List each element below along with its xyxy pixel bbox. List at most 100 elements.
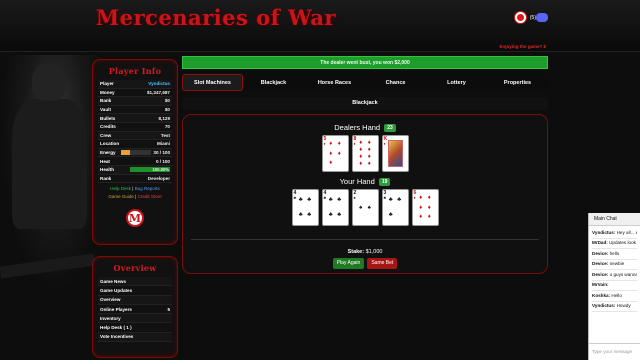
overview-item-label: Vote Incentives xyxy=(100,334,134,340)
overview-item[interactable]: Game Updates xyxy=(98,286,172,296)
tab-lottery[interactable]: Lottery xyxy=(426,74,487,91)
game-guide-link[interactable]: Game Guide xyxy=(108,194,134,199)
notification-target-icon[interactable] xyxy=(514,12,526,23)
health-bar: 100.00% xyxy=(130,167,170,173)
m-badge-icon: M xyxy=(126,209,144,228)
overview-item-label: Overview xyxy=(100,297,121,303)
tab-horse-races[interactable]: Horse Races xyxy=(304,74,365,91)
overview-item-count: 5 xyxy=(167,306,170,312)
suit-pip-icon: ♦ xyxy=(329,160,333,167)
action-buttons: Play Again Same Bet xyxy=(183,258,547,269)
suit-pip-icon: ♦ xyxy=(427,214,431,221)
card-suit-icon: ♦ xyxy=(353,141,356,147)
rank-row: Rank Developer xyxy=(98,175,172,184)
playing-card: 3 ♣ ♣ ♣ ♣ xyxy=(381,189,409,227)
dealer-hand-title: Dealers Hand 23 xyxy=(183,123,547,133)
overview-item[interactable]: Vote Incentives xyxy=(98,332,172,343)
chat-message: Koshka: Hello xyxy=(592,291,637,302)
playing-card: 4 ♣ ♣ ♣ ♣ ♣ xyxy=(321,189,349,227)
suit-pip-icon: ♦ xyxy=(419,194,423,201)
card-pips: ♣ ♣ ♣ ♣ xyxy=(297,193,314,222)
face-card-art xyxy=(387,140,403,168)
chat-username[interactable]: MrVain: xyxy=(592,282,609,287)
player-links: Help Desk | Bug Reports Game Guide | Cre… xyxy=(108,186,162,200)
chat-message: Device: u guys wanna mail me or pay atte… xyxy=(592,270,637,281)
suit-pip-icon: ♣ xyxy=(388,211,393,218)
suit-pip-icon: ♣ xyxy=(337,197,342,204)
overview-list: Game News Game Updates Overview Online Play… xyxy=(93,277,177,343)
suit-pip-icon: ♣ xyxy=(298,197,303,204)
suit-pip-icon: ♦ xyxy=(359,139,363,146)
chat-message: Vyndictus: Hey all... enjoying the game xyxy=(592,228,637,239)
chat-username[interactable]: Device: xyxy=(592,261,608,266)
info-label: Bullets xyxy=(100,115,116,121)
stake-display: Stake: $1,000 xyxy=(347,249,383,255)
suit-pip-icon: ♦ xyxy=(427,204,431,211)
suit-pip-icon: ♣ xyxy=(328,211,333,218)
tab-slot-machines[interactable]: Slot Machines xyxy=(182,74,243,91)
same-bet-button[interactable]: Same Bet xyxy=(367,258,398,269)
info-row-crew: Crew Test xyxy=(98,131,172,141)
info-label: Credits xyxy=(100,124,116,130)
suit-pip-icon: ♣ xyxy=(307,197,312,204)
overview-item[interactable]: Inventory xyxy=(98,314,172,324)
play-again-button[interactable]: Play Again xyxy=(332,258,365,269)
overview-item[interactable]: Game News xyxy=(98,277,172,287)
info-label: Crew xyxy=(100,132,112,138)
playing-card: K ♦ xyxy=(381,135,409,173)
chat-username[interactable]: Vyndictus: xyxy=(592,230,615,235)
overview-item-label: Inventory xyxy=(100,315,121,321)
suit-pip-icon: ♦ xyxy=(359,154,363,161)
card-pips: ♠ ♠ xyxy=(357,193,374,222)
overview-item[interactable]: Overview xyxy=(98,295,172,305)
chat-username[interactable]: Device: xyxy=(592,272,608,277)
tab-properties[interactable]: Properties xyxy=(487,74,548,91)
suit-pip-icon: ♦ xyxy=(329,140,333,147)
chat-text: newbie xyxy=(609,261,625,266)
suit-pip-icon: ♣ xyxy=(328,197,333,204)
chat-username[interactable]: MrDad: xyxy=(592,240,608,245)
overview-item-label: Game News xyxy=(100,278,127,284)
bug-reports-link[interactable]: Bug Reports xyxy=(135,186,160,191)
notification-area[interactable]: (5) xyxy=(514,12,536,23)
suit-pip-icon: ♦ xyxy=(367,139,371,146)
overview-title: Overview xyxy=(113,263,157,273)
soldier-background-image xyxy=(0,55,100,295)
playing-card: 2 ♠ ♠ ♠ xyxy=(351,189,379,227)
info-value[interactable]: Vyndictus xyxy=(148,81,170,86)
chat-message: MrVain: xyxy=(592,281,637,291)
chat-username[interactable]: Device: xyxy=(592,251,608,256)
main-content: The dealer went bust, you won $2,000 Slo… xyxy=(182,56,548,274)
chat-username[interactable]: Vyndictus: xyxy=(592,303,615,308)
info-label: Player xyxy=(100,81,114,87)
tab-blackjack[interactable]: Blackjack xyxy=(243,74,304,91)
main-chat-widget: Main Chat Vyndictus: Hey all... enjoying… xyxy=(588,213,640,360)
chat-message: Device: newbie xyxy=(592,260,637,270)
overview-item[interactable]: Help Desk ( 1 ) xyxy=(98,323,172,333)
info-value: 8,129 xyxy=(158,115,171,121)
overview-item[interactable]: Online Players 5 xyxy=(98,305,172,315)
suit-pip-icon: ♦ xyxy=(427,194,431,201)
chat-input[interactable]: Type your message xyxy=(589,343,640,360)
site-logo[interactable]: Mercenaries of War xyxy=(96,5,336,30)
suit-pip-icon: ♦ xyxy=(367,161,371,168)
suit-pip-icon: ♦ xyxy=(359,161,363,168)
credit-store-link[interactable]: Credit Store xyxy=(138,194,162,199)
player-total-badge: 19 xyxy=(378,178,391,187)
chat-text: u guys wanna mail me or pay attention xyxy=(609,271,637,277)
donate-link[interactable]: Enjoying the game? $ xyxy=(499,44,546,49)
card-pips: ♦ ♦ ♦ ♦ ♦ ♦ xyxy=(417,193,434,222)
card-suit-icon: ♦ xyxy=(323,141,326,147)
info-value: $0 xyxy=(164,98,170,104)
help-desk-link[interactable]: Help Desk xyxy=(110,186,131,191)
discord-icon[interactable] xyxy=(536,13,548,22)
energy-bar xyxy=(121,150,152,156)
info-value: Miami xyxy=(156,141,170,147)
chat-text: Hello xyxy=(611,292,622,298)
dealer-cards: 5 ♦ ♦ ♦ ♦ ♦ ♦ 8 ♦ ♦ ♦ ♦ ♦ ♦ ♦ ♦ ♦ K ♦ xyxy=(183,135,547,173)
tab-chance[interactable]: Chance xyxy=(365,74,426,91)
card-pips: ♦ ♦ ♦ ♦ ♦ xyxy=(327,139,344,168)
chat-username[interactable]: Koshka: xyxy=(592,293,610,298)
health-row: Health 100.00% xyxy=(98,165,172,175)
chat-title[interactable]: Main Chat xyxy=(589,213,640,226)
